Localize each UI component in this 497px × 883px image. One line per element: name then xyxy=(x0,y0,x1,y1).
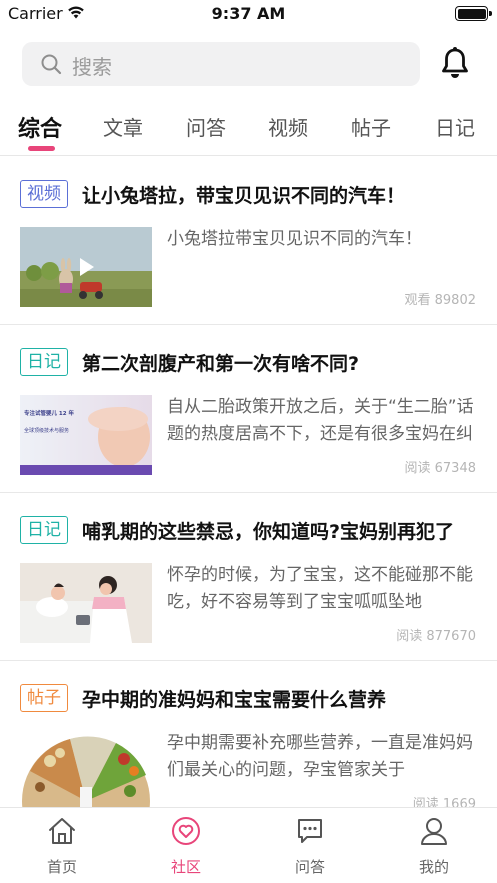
bottom-tab-bar: 首页 社区 问答 我的 xyxy=(0,807,497,883)
nurse-photo xyxy=(20,563,152,643)
tabbar-community[interactable]: 社区 xyxy=(124,808,248,883)
card-title: 哺乳期的这些禁忌，你知道吗?宝妈别再犯了 xyxy=(82,521,455,543)
tabbar-label: 问答 xyxy=(294,858,325,876)
tabbar-profile[interactable]: 我的 xyxy=(372,808,496,883)
feed-card[interactable]: 日记 第二次剖腹产和第一次有啥不同? 专注试管婴儿 12 年 全球顶级技术与服务… xyxy=(0,325,497,493)
home-icon xyxy=(49,818,75,844)
chat-bubble-icon xyxy=(298,819,322,843)
read-count: 阅读 877670 xyxy=(396,629,476,644)
battery-icon xyxy=(455,6,492,21)
clock: 9:37 AM xyxy=(211,4,286,23)
type-badge: 视频 xyxy=(20,180,68,208)
battery-level xyxy=(457,8,486,19)
search-icon xyxy=(41,54,62,75)
card-excerpt: 怀孕的时候，为了宝宝，这不能碰那不能吃，好不容易等到了宝宝呱呱坠地 xyxy=(167,565,473,612)
tab-posts[interactable]: 帖子 xyxy=(351,112,391,141)
card-title: 孕中期的准妈妈和宝宝需要什么营养 xyxy=(82,689,387,711)
feed-card[interactable]: 帖子 孕中期的准妈妈和宝宝需要什么营养 孕中期需要补充哪些营养，一直是准妈妈们最… xyxy=(0,661,497,812)
card-excerpt: 小兔塔拉带宝贝见识不同的汽车！ xyxy=(167,229,422,249)
card-excerpt: 自从二胎政策开放之后，关于“生二胎”话题的热度居高不下，还是有很多宝妈在纠结 xyxy=(167,397,474,444)
tabbar-label: 我的 xyxy=(418,858,449,876)
community-heart-icon xyxy=(172,817,200,845)
feed-card[interactable]: 视频 让小兔塔拉，带宝贝见识不同的汽车！ 小兔塔拉带宝贝见识不同的汽车！ 观看 … xyxy=(0,157,497,325)
active-tab-indicator xyxy=(28,146,55,151)
card-title: 让小兔塔拉，带宝贝见识不同的汽车！ xyxy=(82,185,406,207)
view-count: 观看 89802 xyxy=(404,293,477,308)
card-excerpt: 孕中期需要补充哪些营养，一直是准妈妈们最关心的问题，孕宝管家关于 xyxy=(167,733,473,780)
card-title: 第二次剖腹产和第一次有啥不同? xyxy=(82,353,360,375)
bell-icon[interactable] xyxy=(440,46,470,80)
video-play-icon[interactable] xyxy=(79,257,95,277)
type-badge: 帖子 xyxy=(20,684,68,712)
tabbar-label: 社区 xyxy=(170,858,201,876)
status-bar: Carrier 9:37 AM xyxy=(0,0,497,30)
type-badge: 日记 xyxy=(20,516,68,544)
read-count: 阅读 67348 xyxy=(404,461,477,476)
tabbar-qa[interactable]: 问答 xyxy=(248,808,372,883)
divider xyxy=(0,155,497,156)
tab-qa[interactable]: 问答 xyxy=(186,112,226,141)
ad-subtitle: 全球顶级技术与服务 xyxy=(24,428,70,434)
search-placeholder: 搜索 xyxy=(72,55,112,79)
ad-headline: 专注试管婴儿 12 年 xyxy=(24,411,74,417)
food-photo xyxy=(20,731,152,809)
category-tabs: 综合 文章 问答 视频 帖子 日记 xyxy=(0,112,497,156)
search-input[interactable]: 搜索 xyxy=(22,42,420,86)
tabbar-home[interactable]: 首页 xyxy=(0,808,124,883)
tabbar-label: 首页 xyxy=(46,858,77,876)
tab-articles[interactable]: 文章 xyxy=(103,112,143,141)
video-thumbnail[interactable] xyxy=(20,227,152,307)
pregnancy-photo: 专注试管婴儿 12 年 全球顶级技术与服务 xyxy=(20,395,152,475)
feed-card[interactable]: 日记 哺乳期的这些禁忌，你知道吗?宝妈别再犯了 怀孕的时候，为了宝宝，这不能碰那… xyxy=(0,493,497,661)
battery-tip xyxy=(489,11,492,16)
tab-videos[interactable]: 视频 xyxy=(268,112,308,141)
tab-comprehensive[interactable]: 综合 xyxy=(18,111,62,143)
type-badge: 日记 xyxy=(20,348,68,376)
tab-diary[interactable]: 日记 xyxy=(435,112,475,141)
profile-icon xyxy=(421,818,447,845)
